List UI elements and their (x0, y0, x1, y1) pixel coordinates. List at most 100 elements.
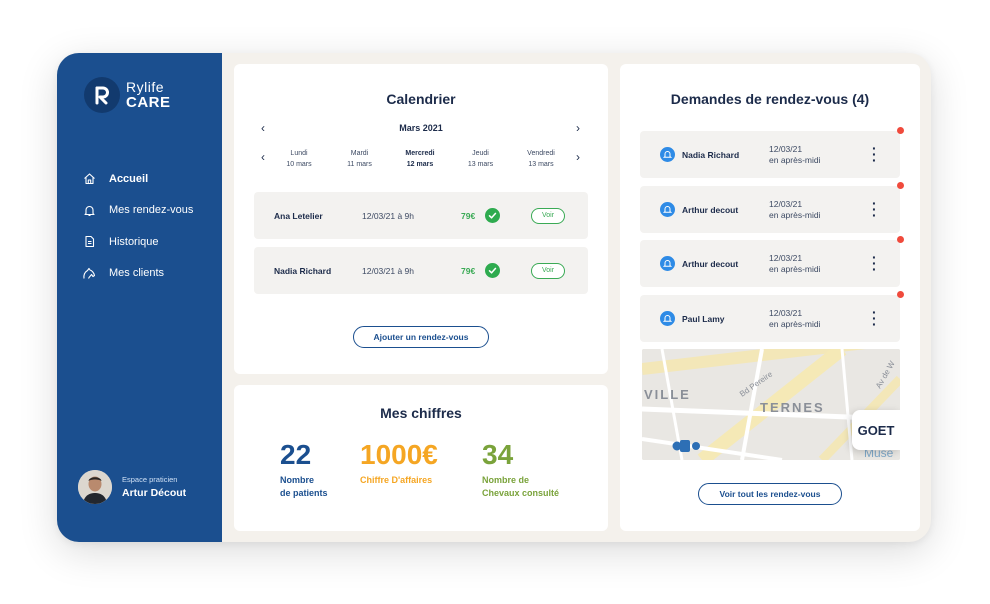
stat-revenue: 1000€ Chiffre D'affaires (360, 439, 438, 487)
sidebar-item-label: Mes rendez-vous (109, 204, 194, 217)
user-profile[interactable]: Espace praticien Artur Décout (78, 470, 186, 504)
bell-icon (660, 202, 675, 217)
document-icon (82, 235, 96, 249)
appointment-price: 79€ (461, 210, 476, 221)
avatar (78, 470, 112, 504)
appointment-row: Nadia Richard 12/03/21 à 9h 79€ Voir (254, 247, 588, 294)
request-date: 12/03/21 (769, 308, 803, 318)
request-row[interactable]: Nadia Richard 12/03/21 en après-midi · · · (640, 127, 904, 178)
day-date: 11 mars (347, 161, 372, 168)
request-row[interactable]: Paul Lamy 12/03/21 en après-midi · · · (640, 291, 904, 342)
day-name: Jeudi (472, 150, 489, 157)
day-date: 10 mars (286, 161, 312, 168)
stat-caption: Chiffre D'affaires (360, 475, 433, 485)
stat-caption: de patients (280, 488, 328, 498)
stat-horses: 34 Nombre de Chevaux consulté (482, 439, 559, 500)
stat-value: 34 (482, 439, 514, 470)
more-options-icon[interactable]: · · · (872, 305, 877, 331)
map-place-card[interactable]: GOET (852, 410, 900, 450)
more-options-icon[interactable]: · · · (872, 196, 877, 222)
request-name: Arthur decout (682, 259, 739, 269)
more-options-icon[interactable]: · · · (872, 141, 877, 167)
bell-icon (82, 203, 96, 217)
more-options-icon[interactable]: · · · (872, 250, 877, 276)
stat-caption: Nombre (280, 475, 315, 485)
day-mardi[interactable]: Mardi 11 mars (333, 148, 387, 170)
brand-subname: CARE (126, 94, 171, 111)
bell-icon (660, 147, 675, 162)
appointment-datetime: 12/03/21 à 9h (362, 265, 414, 276)
day-date: 13 mars (467, 161, 494, 168)
sidebar-item-rendez-vous[interactable]: Mes rendez-vous (82, 195, 193, 227)
map-label-ternes: TERNES (760, 400, 825, 415)
sidebar-item-accueil[interactable]: Accueil (82, 163, 193, 195)
check-icon (485, 208, 500, 223)
request-name: Nadia Richard (682, 150, 740, 160)
stat-caption: Nombre de (482, 475, 530, 485)
notification-dot (897, 182, 904, 189)
map-label-ville: VILLE (644, 387, 691, 402)
stat-value: 22 (280, 439, 312, 470)
stats-card: Mes chiffres 22 Nombre de patients 1000€… (234, 385, 608, 531)
calendar-month: Mars 2021 (399, 123, 443, 133)
brand-name: Rylife (126, 79, 165, 95)
user-name: Artur Décout (122, 487, 187, 499)
request-date: 12/03/21 (769, 253, 803, 263)
day-name: Mardi (350, 150, 369, 157)
voir-button[interactable]: Voir (531, 207, 565, 224)
sidebar: Rylife CARE Accueil Mes rendez-vous Hist… (57, 53, 222, 542)
view-all-appointments-button[interactable]: Voir tout les rendez-vous (698, 483, 842, 505)
day-vendredi[interactable]: Vendredi 13 mars (514, 148, 568, 170)
day-name: Mercredi (405, 150, 435, 157)
next-days-chevron-icon[interactable]: › (576, 150, 580, 164)
day-date: 13 mars (528, 161, 554, 168)
request-period: en après-midi (769, 319, 821, 329)
logo-r-icon (84, 77, 120, 113)
day-lundi[interactable]: Lundi 10 mars (272, 148, 326, 170)
appointment-name: Nadia Richard (274, 265, 332, 276)
notification-dot (897, 127, 904, 134)
appointment-name: Ana Letelier (274, 210, 323, 221)
requests-title: Demandes de rendez-vous (4) (670, 91, 870, 107)
stat-patients: 22 Nombre de patients (280, 439, 328, 500)
day-name: Vendredi (527, 150, 555, 157)
request-row[interactable]: Arthur decout 12/03/21 en après-midi · · · (640, 236, 904, 287)
appointment-price: 79€ (461, 265, 476, 276)
sidebar-item-clients[interactable]: Mes clients (82, 258, 193, 290)
check-icon (485, 263, 500, 278)
home-icon (82, 172, 96, 186)
next-month-chevron-icon[interactable]: › (576, 121, 580, 135)
request-name: Paul Lamy (682, 314, 725, 324)
horse-icon (82, 266, 96, 280)
notification-dot (897, 291, 904, 298)
request-name: Arthur decout (682, 205, 739, 215)
prev-days-chevron-icon[interactable]: ‹ (261, 150, 265, 164)
bell-icon (660, 256, 675, 271)
map-view[interactable]: VILLE TERNES Bd Pereire Av de W Muse GOE… (642, 349, 900, 460)
request-period: en après-midi (769, 264, 821, 274)
day-name: Lundi (290, 150, 308, 157)
stats-title: Mes chiffres (380, 405, 462, 421)
app-window: Rylife CARE Accueil Mes rendez-vous Hist… (57, 53, 931, 542)
stat-caption: Chevaux consulté (482, 488, 560, 498)
sidebar-nav: Accueil Mes rendez-vous Historique Mes c… (82, 163, 193, 289)
sidebar-item-historique[interactable]: Historique (82, 226, 193, 258)
request-date: 12/03/21 (769, 199, 803, 209)
request-row[interactable]: Arthur decout 12/03/21 en après-midi · · · (640, 182, 904, 233)
bell-icon (660, 311, 675, 326)
day-jeudi[interactable]: Jeudi 13 mars (454, 148, 508, 170)
calendar-card: Calendrier ‹ Mars 2021 › ‹ Lundi 10 mars… (234, 64, 608, 374)
voir-button[interactable]: Voir (531, 262, 565, 279)
brand-logo[interactable]: Rylife CARE (84, 77, 171, 113)
stat-value: 1000€ (360, 439, 438, 470)
add-appointment-button[interactable]: Ajouter un rendez-vous (353, 326, 489, 348)
calendar-title: Calendrier (386, 91, 456, 107)
request-date: 12/03/21 (769, 144, 803, 154)
sidebar-item-label: Historique (109, 235, 159, 248)
sidebar-item-label: Mes clients (109, 267, 165, 280)
requests-card: Demandes de rendez-vous (4) Nadia Richar… (620, 64, 920, 531)
sidebar-item-label: Accueil (109, 172, 149, 185)
day-mercredi[interactable]: Mercredi 12 mars (393, 148, 447, 170)
notification-dot (897, 236, 904, 243)
day-date: 12 mars (406, 161, 434, 168)
